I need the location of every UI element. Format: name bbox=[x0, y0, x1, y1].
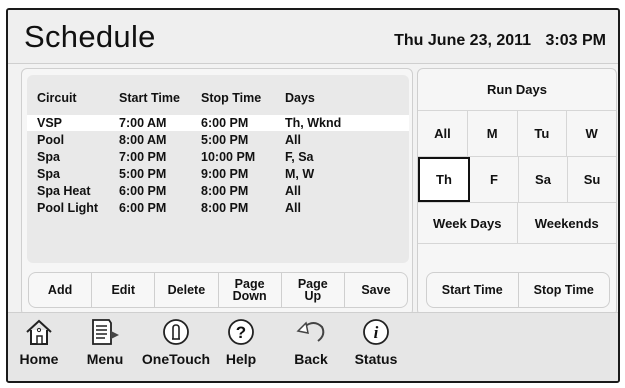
day-row: Week Days Weekends bbox=[418, 203, 616, 244]
schedule-screen: Schedule Thu June 23, 2011 3:03 PM Circu… bbox=[6, 8, 620, 383]
cell-stop: 6:00 PM bbox=[201, 116, 249, 130]
cell-days: M, W bbox=[285, 167, 315, 181]
cell-stop: 9:00 PM bbox=[201, 167, 249, 181]
home-icon bbox=[26, 319, 52, 345]
nav-back-label: Back bbox=[294, 351, 328, 367]
day-all[interactable]: All bbox=[418, 111, 468, 156]
nav-menu-label: Menu bbox=[86, 351, 124, 367]
back-icon bbox=[296, 321, 325, 342]
table-header: Circuit Start Time Stop Time Days bbox=[27, 91, 409, 107]
day-wednesday[interactable]: W bbox=[567, 111, 616, 156]
page-up-button[interactable]: Page Up bbox=[282, 273, 345, 307]
start-time-button[interactable]: Start Time bbox=[427, 273, 519, 307]
day-tuesday[interactable]: Tu bbox=[518, 111, 568, 156]
status-icon: i bbox=[363, 319, 389, 345]
cell-circuit: Spa bbox=[37, 150, 60, 164]
day-thursday[interactable]: Th bbox=[418, 157, 470, 202]
cell-start: 7:00 PM bbox=[119, 150, 167, 164]
table-row[interactable]: Spa Heat 6:00 PM 8:00 PM All bbox=[27, 183, 409, 199]
bottom-nav: Home Menu OneTouch ? Help Back i Status bbox=[8, 312, 618, 381]
days-grid: All M Tu W Th F Sa Su Week Days Weekends bbox=[418, 111, 616, 244]
nav-menu[interactable]: Menu bbox=[74, 317, 136, 367]
schedule-actions: Add Edit Delete Page Down Page Up Save bbox=[28, 272, 408, 308]
header-circuit: Circuit bbox=[37, 91, 77, 105]
cell-start: 8:00 AM bbox=[119, 133, 167, 147]
table-row[interactable]: Pool 8:00 AM 5:00 PM All bbox=[27, 132, 409, 148]
nav-back[interactable]: Back bbox=[280, 317, 342, 367]
nav-home-label: Home bbox=[19, 351, 59, 367]
cell-stop: 8:00 PM bbox=[201, 201, 249, 215]
nav-onetouch-label: OneTouch bbox=[141, 351, 211, 367]
cell-circuit: Spa Heat bbox=[37, 184, 91, 198]
day-row: Th F Sa Su bbox=[418, 157, 616, 203]
cell-days: F, Sa bbox=[285, 150, 314, 164]
header: Schedule Thu June 23, 2011 3:03 PM bbox=[8, 10, 618, 64]
add-button[interactable]: Add bbox=[29, 273, 93, 307]
nav-help[interactable]: ? Help bbox=[210, 317, 272, 367]
table-row[interactable]: Pool Light 6:00 PM 8:00 PM All bbox=[27, 200, 409, 216]
run-days-title: Run Days bbox=[418, 69, 616, 111]
day-monday[interactable]: M bbox=[468, 111, 518, 156]
edit-button[interactable]: Edit bbox=[92, 273, 156, 307]
day-row: All M Tu W bbox=[418, 111, 616, 157]
cell-stop: 8:00 PM bbox=[201, 184, 249, 198]
nav-status[interactable]: i Status bbox=[345, 317, 407, 367]
page-title: Schedule bbox=[24, 19, 156, 54]
cell-start: 5:00 PM bbox=[119, 167, 167, 181]
schedule-panel: Circuit Start Time Stop Time Days VSP 7:… bbox=[21, 68, 413, 316]
page-down-label-2: Down bbox=[232, 289, 267, 303]
header-days: Days bbox=[285, 91, 315, 105]
cell-circuit: Pool bbox=[37, 133, 65, 147]
stop-time-button[interactable]: Stop Time bbox=[519, 273, 610, 307]
nav-home[interactable]: Home bbox=[8, 317, 70, 367]
weekends-button[interactable]: Weekends bbox=[518, 203, 617, 243]
menu-icon bbox=[92, 319, 119, 345]
day-sunday[interactable]: Su bbox=[568, 157, 616, 202]
svg-text:i: i bbox=[374, 323, 379, 342]
svg-text:?: ? bbox=[236, 323, 246, 342]
cell-circuit: Pool Light bbox=[37, 201, 99, 215]
delete-button[interactable]: Delete bbox=[155, 273, 219, 307]
cell-start: 6:00 PM bbox=[119, 201, 167, 215]
cell-days: Th, Wknd bbox=[285, 116, 342, 130]
cell-days: All bbox=[285, 133, 301, 147]
onetouch-icon bbox=[163, 319, 189, 345]
cell-circuit: Spa bbox=[37, 167, 60, 181]
cell-start: 7:00 AM bbox=[119, 116, 167, 130]
save-button[interactable]: Save bbox=[345, 273, 407, 307]
nav-onetouch[interactable]: OneTouch bbox=[141, 317, 211, 367]
header-start-time: Start Time bbox=[119, 91, 180, 105]
nav-help-label: Help bbox=[225, 351, 257, 367]
current-date: Thu June 23, 2011 bbox=[394, 32, 532, 49]
help-icon: ? bbox=[228, 319, 254, 345]
table-row[interactable]: VSP 7:00 AM 6:00 PM Th, Wknd bbox=[27, 115, 409, 131]
day-friday[interactable]: F bbox=[470, 157, 519, 202]
schedule-table: Circuit Start Time Stop Time Days VSP 7:… bbox=[27, 75, 409, 263]
table-row[interactable]: Spa 7:00 PM 10:00 PM F, Sa bbox=[27, 149, 409, 165]
date-time: Thu June 23, 2011 3:03 PM bbox=[394, 32, 606, 50]
current-time: 3:03 PM bbox=[545, 32, 606, 49]
cell-start: 6:00 PM bbox=[119, 184, 167, 198]
header-stop-time: Stop Time bbox=[201, 91, 262, 105]
page-up-label-2: Up bbox=[304, 289, 322, 303]
cell-stop: 10:00 PM bbox=[201, 150, 256, 164]
cell-stop: 5:00 PM bbox=[201, 133, 249, 147]
day-saturday[interactable]: Sa bbox=[519, 157, 568, 202]
run-days-panel: Run Days All M Tu W Th F Sa Su Week Days… bbox=[417, 68, 617, 316]
cell-circuit: VSP bbox=[37, 116, 63, 130]
cell-days: All bbox=[285, 184, 301, 198]
week-days-button[interactable]: Week Days bbox=[418, 203, 518, 243]
page-down-button[interactable]: Page Down bbox=[219, 273, 282, 307]
time-selector: Start Time Stop Time bbox=[426, 272, 610, 308]
nav-status-label: Status bbox=[354, 351, 398, 367]
table-row[interactable]: Spa 5:00 PM 9:00 PM M, W bbox=[27, 166, 409, 182]
cell-days: All bbox=[285, 201, 301, 215]
